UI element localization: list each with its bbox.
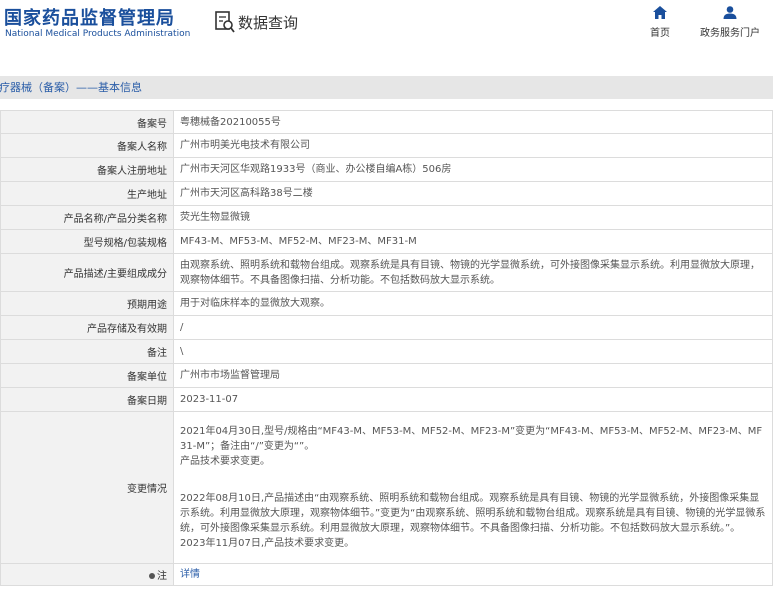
- table-row: 产品名称/产品分类名称 荧光生物显微镜: [0, 205, 773, 230]
- field-value: \: [173, 339, 773, 364]
- change-entry: 2021年04月30日,型号/规格由“MF43-M、MF53-M、MF52-M、…: [180, 426, 763, 452]
- user-icon: [723, 6, 737, 19]
- field-label: 生产地址: [0, 181, 174, 206]
- field-value: 荧光生物显微镜: [173, 205, 773, 230]
- nav-home-label: 首页: [650, 28, 670, 39]
- table-row: 备案号 粤穗械备20210055号: [0, 110, 773, 134]
- field-value: 广州市明美光电技术有限公司: [173, 133, 773, 158]
- table-row: 备案人名称 广州市明美光电技术有限公司: [0, 133, 773, 158]
- field-label: 备案人名称: [0, 133, 174, 158]
- section-title: 医疗器械（备案）——基本信息: [0, 81, 142, 94]
- change-history: 2021年04月30日,型号/规格由“MF43-M、MF53-M、MF52-M、…: [173, 411, 773, 564]
- table-row: 备案日期 2023-11-07: [0, 387, 773, 412]
- field-label: 产品描述/主要组成成分: [0, 253, 174, 292]
- field-label: 产品名称/产品分类名称: [0, 205, 174, 230]
- table-row: 备案单位 广州市市场监督管理局: [0, 363, 773, 388]
- table-row: 生产地址 广州市天河区高科路38号二楼: [0, 181, 773, 206]
- table-row: 备案人注册地址 广州市天河区华观路1933号（商业、办公楼自编A栋）506房: [0, 157, 773, 182]
- nav-home[interactable]: 首页: [625, 6, 695, 39]
- field-label: 备案号: [0, 110, 174, 134]
- site-logo-en: National Medical Products Administration: [5, 29, 191, 39]
- change-entry: 2023年11月07日,产品技术要求变更。: [180, 538, 355, 549]
- data-query-label: 数据查询: [238, 13, 299, 32]
- bullet-icon: [149, 573, 155, 579]
- table-row: 产品描述/主要组成成分 由观察系统、照明系统和载物台组成。观察系统是具有目镜、物…: [0, 253, 773, 292]
- table-row-note: 注 详情: [0, 563, 773, 586]
- change-entry: 2022年08月10日,产品描述由“由观察系统、照明系统和载物台组成。观察系统是…: [180, 493, 766, 534]
- note-label: 注: [157, 571, 167, 582]
- field-value: 由观察系统、照明系统和载物台组成。观察系统是具有目镜、物镜的光学显微系统，可外接…: [173, 253, 773, 292]
- section-title-bar: 医疗器械（备案）——基本信息: [0, 76, 773, 99]
- table-row-change-history: 变更情况 2021年04月30日,型号/规格由“MF43-M、MF53-M、MF…: [0, 411, 773, 564]
- table-row: 预期用途 用于对临床样本的显微放大观察。: [0, 291, 773, 316]
- field-label: 备案单位: [0, 363, 174, 388]
- record-detail-table: 备案号 粤穗械备20210055号 备案人名称 广州市明美光电技术有限公司 备案…: [0, 110, 773, 586]
- search-document-icon: [215, 11, 235, 33]
- site-logo-cn[interactable]: 国家药品监督管理局: [4, 4, 175, 30]
- field-label: 产品存储及有效期: [0, 315, 174, 340]
- nav-gov-service[interactable]: 政务服务门户: [695, 6, 765, 39]
- field-value: 广州市天河区高科路38号二楼: [173, 181, 773, 206]
- note-detail-link[interactable]: 详情: [173, 563, 773, 586]
- site-header: 国家药品监督管理局 National Medical Products Admi…: [0, 0, 773, 50]
- change-label: 变更情况: [0, 411, 174, 564]
- field-value: /: [173, 315, 773, 340]
- data-query-link[interactable]: 数据查询: [214, 10, 298, 34]
- field-value: 2023-11-07: [173, 387, 773, 412]
- table-row: 备注 \: [0, 339, 773, 364]
- note-label-cell: 注: [0, 563, 174, 586]
- field-value: 广州市天河区华观路1933号（商业、办公楼自编A栋）506房: [173, 157, 773, 182]
- field-label: 型号规格/包装规格: [0, 229, 174, 254]
- home-icon: [653, 6, 667, 19]
- table-row: 型号规格/包装规格 MF43-M、MF53-M、MF52-M、MF23-M、MF…: [0, 229, 773, 254]
- field-label: 备案人注册地址: [0, 157, 174, 182]
- nav-gov-service-label: 政务服务门户: [700, 28, 760, 39]
- change-entry: 产品技术要求变更。: [180, 456, 270, 467]
- field-label: 备案日期: [0, 387, 174, 412]
- field-label: 备注: [0, 339, 174, 364]
- field-value: 用于对临床样本的显微放大观察。: [173, 291, 773, 316]
- field-label: 预期用途: [0, 291, 174, 316]
- field-value: MF43-M、MF53-M、MF52-M、MF23-M、MF31-M: [173, 229, 773, 254]
- field-value: 粤穗械备20210055号: [173, 110, 773, 134]
- field-value: 广州市市场监督管理局: [173, 363, 773, 388]
- table-row: 产品存储及有效期 /: [0, 315, 773, 340]
